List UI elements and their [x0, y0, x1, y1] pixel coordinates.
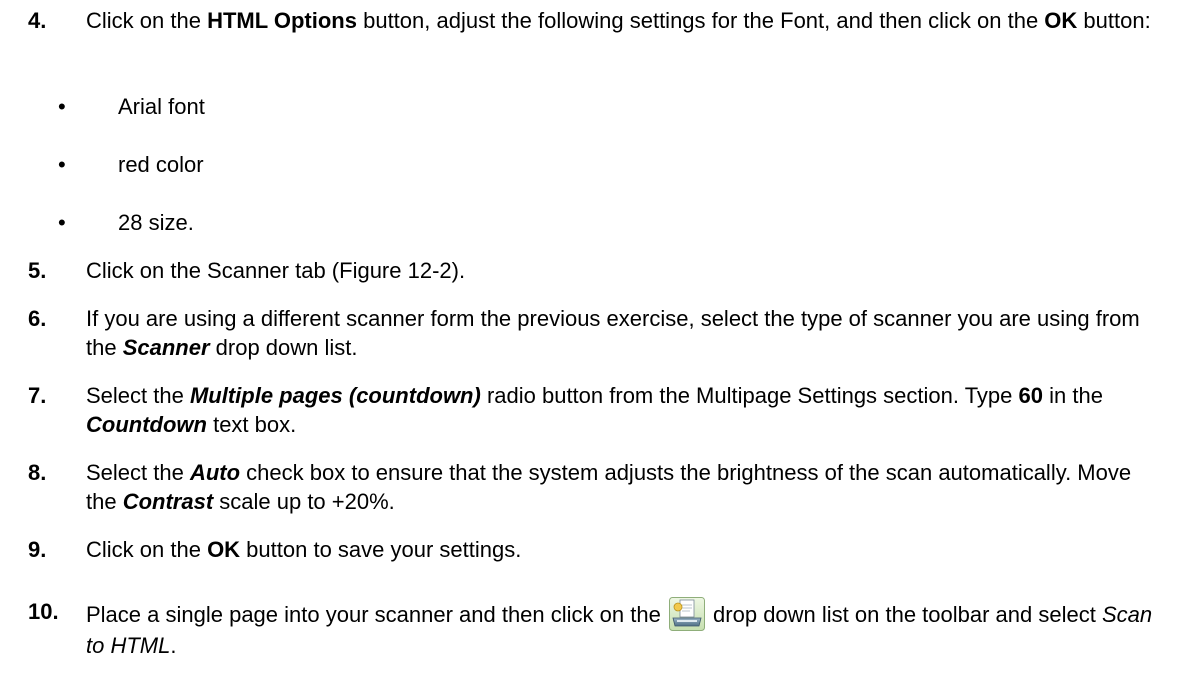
instruction-page: 4. Click on the HTML Options button, adj…: [0, 0, 1191, 682]
step-text: Place a single page into your scanner an…: [86, 597, 1156, 660]
step-number: 5.: [28, 258, 47, 283]
step-number: 9.: [28, 537, 47, 562]
step-number: 6.: [28, 306, 47, 331]
step-text: Select the Auto check box to ensure that…: [86, 460, 1132, 514]
step-number: 4.: [28, 8, 47, 33]
scan-to-html-icon: [668, 597, 705, 631]
step-number: 8.: [28, 460, 47, 485]
step-text: Click on the Scanner tab (Figure 12-2).: [86, 258, 466, 283]
step-text: Click on the OK button to save your sett…: [86, 537, 522, 562]
bullet-icon: •: [58, 94, 66, 119]
step-text: Select the Multiple pages (countdown) ra…: [86, 383, 1103, 437]
step-text: Click on the HTML Options button, adjust…: [86, 8, 1151, 33]
bullet-icon: •: [58, 152, 66, 177]
step-number: 7.: [28, 383, 47, 408]
bullet-icon: •: [58, 210, 66, 235]
step-number: 10.: [28, 599, 59, 624]
step-text: If you are using a different scanner for…: [86, 306, 1140, 360]
